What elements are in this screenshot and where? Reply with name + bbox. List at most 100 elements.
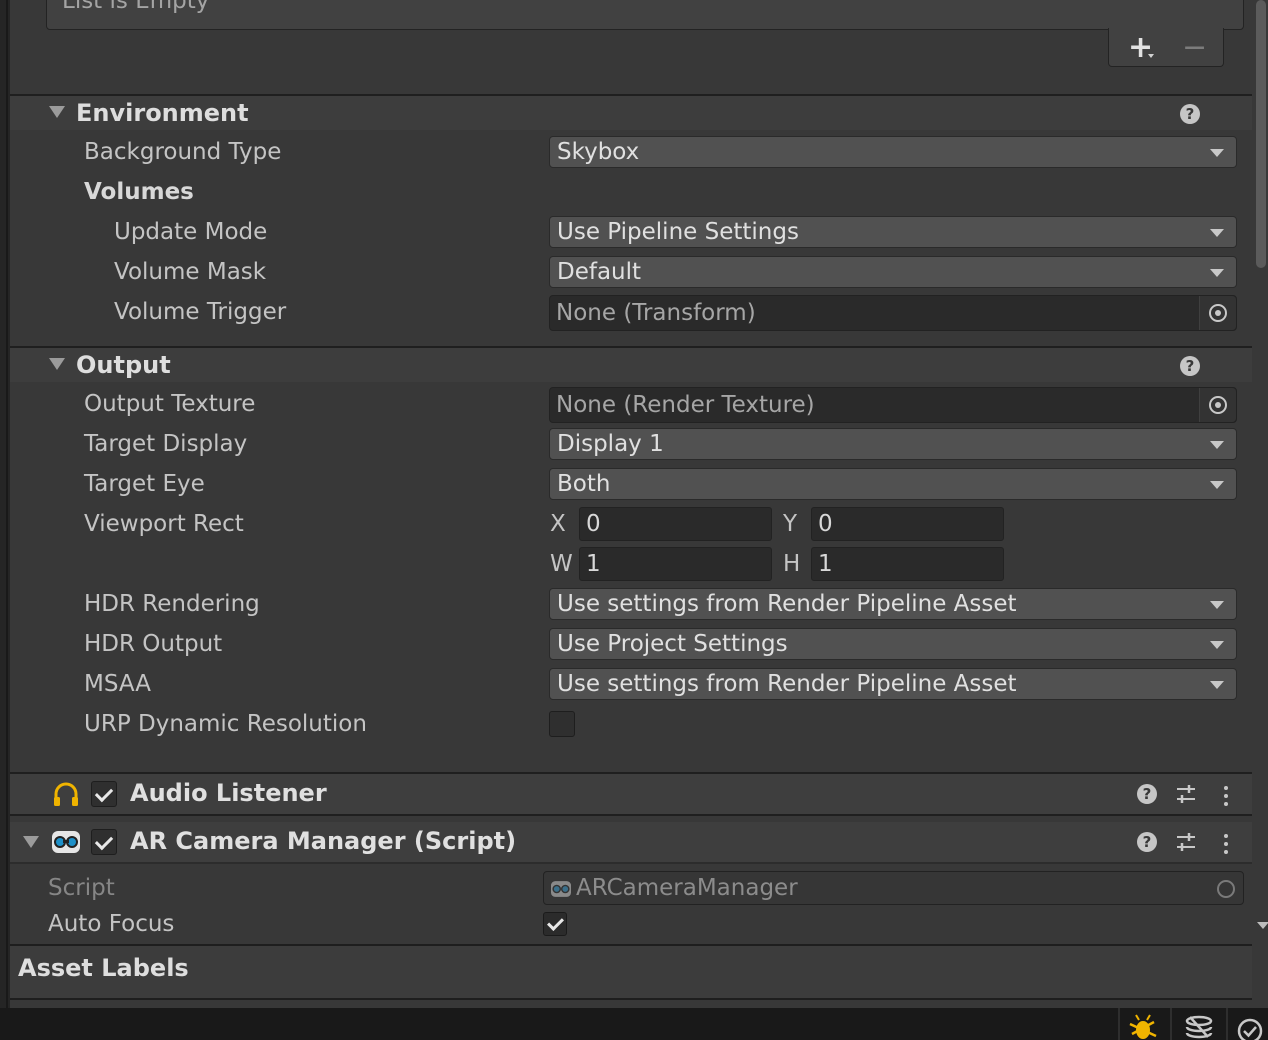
- chevron-down-icon: [1210, 229, 1224, 237]
- target-eye-value: Both: [557, 471, 611, 497]
- volume-trigger-field[interactable]: None (Transform): [549, 295, 1237, 331]
- hdr-output-label: HDR Output: [84, 631, 223, 657]
- component-divider: [10, 862, 1252, 864]
- output-title[interactable]: Output: [76, 351, 171, 379]
- presets-icon[interactable]: [1175, 783, 1197, 805]
- environment-help-icon[interactable]: ?: [1180, 104, 1200, 124]
- audio-listener-help-icon[interactable]: ?: [1137, 784, 1157, 804]
- status-divider: [1226, 1008, 1228, 1040]
- asset-labels-title[interactable]: Asset Labels: [18, 954, 189, 982]
- hdr-output-value: Use Project Settings: [557, 631, 788, 657]
- update-mode-value: Use Pipeline Settings: [557, 219, 799, 245]
- viewport-h-label[interactable]: H: [783, 551, 800, 577]
- left-border: [0, 0, 10, 1008]
- volume-mask-value: Default: [557, 259, 642, 285]
- msaa-value: Use settings from Render Pipeline Asset: [557, 671, 1017, 697]
- target-eye-dropdown[interactable]: Both: [549, 468, 1237, 500]
- asset-labels-bar[interactable]: [10, 944, 1252, 1000]
- msaa-dropdown[interactable]: Use settings from Render Pipeline Asset: [549, 668, 1237, 700]
- remove-element-button[interactable]: −: [1182, 30, 1207, 65]
- target-icon: [1217, 880, 1235, 898]
- status-bar: [0, 1008, 1268, 1040]
- hdr-output-dropdown[interactable]: Use Project Settings: [549, 628, 1237, 660]
- environment-title[interactable]: Environment: [76, 99, 249, 127]
- viewport-x-field[interactable]: 0: [579, 507, 772, 541]
- output-foldout-icon[interactable]: [49, 358, 65, 370]
- audio-listener-enabled-checkbox[interactable]: [91, 781, 117, 807]
- msaa-label: MSAA: [84, 671, 151, 697]
- update-mode-dropdown[interactable]: Use Pipeline Settings: [549, 216, 1237, 248]
- script-icon: [551, 881, 571, 897]
- presets-icon[interactable]: [1175, 831, 1197, 853]
- ar-camera-manager-foldout-icon[interactable]: [23, 836, 39, 848]
- output-texture-label: Output Texture: [84, 391, 256, 417]
- chevron-down-icon: [1210, 681, 1224, 689]
- output-texture-field[interactable]: None (Render Texture): [549, 387, 1237, 423]
- check-circle-icon[interactable]: [1236, 1017, 1264, 1040]
- target-display-label: Target Display: [84, 431, 248, 457]
- status-divider: [1118, 1008, 1120, 1040]
- chevron-down-icon: [1210, 269, 1224, 277]
- viewport-y-label[interactable]: Y: [783, 511, 797, 537]
- ar-camera-manager-more-icon[interactable]: [1224, 834, 1228, 838]
- ar-camera-script-icon: [52, 831, 80, 853]
- status-divider: [1170, 1008, 1172, 1040]
- hdr-rendering-label: HDR Rendering: [84, 591, 260, 617]
- output-texture-value: None (Render Texture): [556, 392, 815, 418]
- chevron-down-icon: [1210, 441, 1224, 449]
- audio-listener-more-icon[interactable]: [1224, 786, 1228, 790]
- chevron-down-icon: [1210, 641, 1224, 649]
- target-display-dropdown[interactable]: Display 1: [549, 428, 1237, 460]
- target-icon: [1209, 396, 1227, 414]
- component-divider: [10, 814, 1252, 816]
- ar-camera-manager-help-icon[interactable]: ?: [1137, 832, 1157, 852]
- add-dropdown-caret-icon: [1148, 54, 1154, 58]
- list-empty-label: List is Empty: [62, 0, 210, 14]
- output-help-icon[interactable]: ?: [1180, 356, 1200, 376]
- target-icon: [1209, 304, 1227, 322]
- volume-mask-dropdown[interactable]: Default: [549, 256, 1237, 288]
- scrollbar-thumb[interactable]: [1256, 0, 1266, 268]
- chevron-down-icon: [1210, 481, 1224, 489]
- background-type-label: Background Type: [84, 139, 282, 165]
- ar-camera-manager-enabled-checkbox[interactable]: [91, 829, 117, 855]
- script-field: ARCameraManager: [543, 871, 1244, 905]
- target-display-value: Display 1: [557, 431, 664, 457]
- viewport-rect-label: Viewport Rect: [84, 511, 244, 537]
- hdr-rendering-value: Use settings from Render Pipeline Asset: [557, 591, 1017, 617]
- auto-focus-checkbox[interactable]: [543, 912, 567, 936]
- urp-dynamic-resolution-label: URP Dynamic Resolution: [84, 711, 367, 737]
- background-type-value: Skybox: [557, 139, 640, 165]
- object-picker-button[interactable]: [1199, 296, 1236, 330]
- volume-trigger-label: Volume Trigger: [114, 299, 287, 325]
- scroll-down-arrow-icon[interactable]: [1257, 922, 1268, 929]
- volume-trigger-value: None (Transform): [556, 300, 756, 326]
- bug-icon[interactable]: [1128, 1014, 1158, 1040]
- urp-dynamic-resolution-checkbox[interactable]: [549, 711, 575, 737]
- volume-mask-label: Volume Mask: [114, 259, 267, 285]
- chevron-down-icon: [1210, 601, 1224, 609]
- background-type-dropdown[interactable]: Skybox: [549, 136, 1237, 168]
- add-element-button[interactable]: +: [1128, 30, 1153, 65]
- reorderable-list: [46, 0, 1244, 30]
- auto-focus-label: Auto Focus: [48, 911, 175, 937]
- target-eye-label: Target Eye: [84, 471, 205, 497]
- script-value: ARCameraManager: [576, 875, 798, 901]
- viewport-w-field[interactable]: 1: [579, 547, 772, 581]
- script-label: Script: [48, 875, 115, 901]
- hdr-rendering-dropdown[interactable]: Use settings from Render Pipeline Asset: [549, 588, 1237, 620]
- headphones-icon: [54, 782, 78, 806]
- cache-server-icon[interactable]: [1184, 1015, 1214, 1040]
- volumes-label: Volumes: [84, 179, 194, 205]
- object-picker-button[interactable]: [1199, 388, 1236, 422]
- chevron-down-icon: [1210, 149, 1224, 157]
- ar-camera-manager-title[interactable]: AR Camera Manager (Script): [130, 827, 516, 855]
- output-header[interactable]: [10, 348, 1252, 382]
- update-mode-label: Update Mode: [114, 219, 268, 245]
- audio-listener-title[interactable]: Audio Listener: [130, 779, 327, 807]
- viewport-y-field[interactable]: 0: [811, 507, 1004, 541]
- viewport-h-field[interactable]: 1: [811, 547, 1004, 581]
- viewport-x-label[interactable]: X: [550, 511, 566, 537]
- environment-foldout-icon[interactable]: [49, 106, 65, 118]
- viewport-w-label[interactable]: W: [550, 551, 573, 577]
